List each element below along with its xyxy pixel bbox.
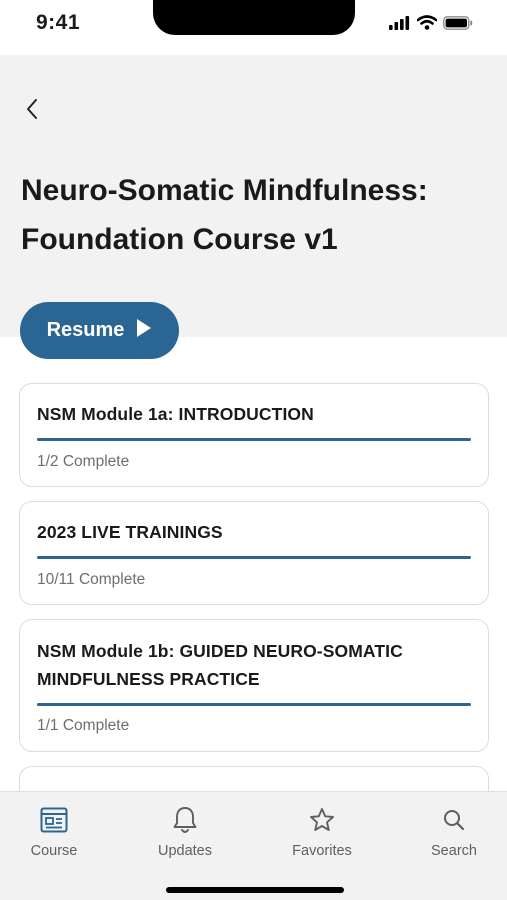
wifi-icon [416,15,438,35]
status-time: 9:41 [36,11,81,34]
module-progress-fill [37,438,471,441]
module-progress-fill [37,556,471,559]
module-title: NSM Module 1a: INTRODUCTION [37,404,314,424]
search-icon [442,804,466,836]
resume-label: Resume [46,319,125,341]
module-progress-bar [37,556,471,559]
status-icons [389,15,473,35]
module-progress-bar [37,703,471,706]
resume-button[interactable]: Resume [20,302,179,359]
chevron-left-icon [25,98,39,125]
device-notch [153,0,355,35]
back-button[interactable] [20,98,44,124]
star-icon [309,804,335,836]
module-card[interactable]: NSM Module 1a: INTRODUCTION 1/2 Complete [19,383,489,487]
signal-icon [389,15,411,35]
module-title: 2023 LIVE TRAININGS [37,522,223,542]
tab-bar: Course Updates Favorites Search [0,791,507,900]
battery-icon [443,15,473,35]
module-title: NSM Module 1b: GUIDED NEURO-SOMATIC MIND… [37,641,403,689]
tab-course[interactable]: Course [4,804,104,859]
module-progress-fill [37,703,471,706]
module-progress-bar [37,438,471,441]
tab-search[interactable]: Search [404,804,504,859]
tab-label: Course [30,843,78,859]
play-icon [136,318,152,343]
tab-updates[interactable]: Updates [135,804,235,859]
module-card[interactable]: NSM Module 1b: GUIDED NEURO-SOMATIC MIND… [19,619,489,752]
course-icon [40,804,68,836]
tab-label: Favorites [292,843,352,859]
module-card[interactable]: 2023 LIVE TRAININGS 10/11 Complete [19,501,489,605]
module-status: 1/1 Complete [37,717,130,734]
bell-icon [172,804,198,836]
home-indicator [166,887,344,893]
tab-label: Search [431,843,477,859]
module-status: 10/11 Complete [37,571,146,588]
page-title: Neuro-Somatic Mindfulness: Foundation Co… [21,174,428,256]
status-bar: 9:41 [0,0,507,55]
tab-label: Updates [157,843,212,859]
tab-favorites[interactable]: Favorites [272,804,372,859]
module-status: 1/2 Complete [37,453,130,470]
